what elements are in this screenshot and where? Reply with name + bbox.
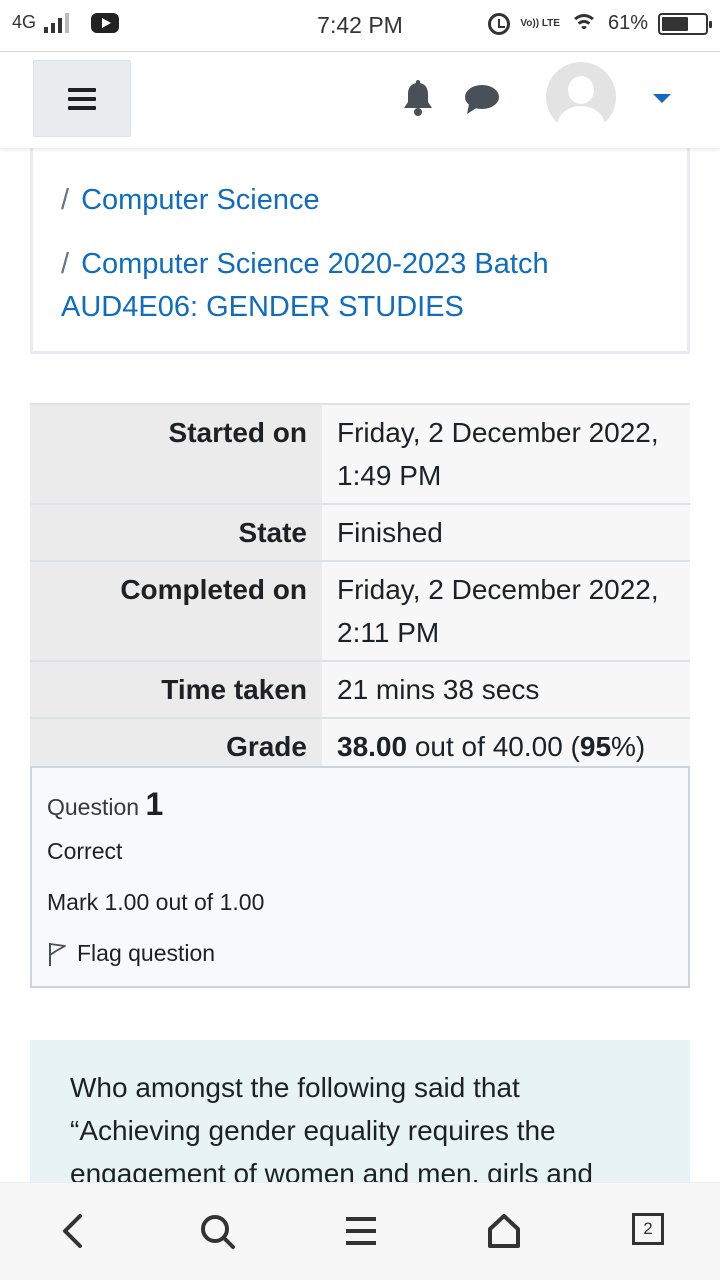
attempt-summary-table: Started on Friday, 2 December 2022, 1:49… bbox=[30, 403, 690, 774]
breadcrumb-item: AUD4E06: GENDER STUDIES bbox=[61, 286, 464, 329]
search-icon[interactable] bbox=[199, 1213, 237, 1251]
row-value: Friday, 2 December 2022, 2:11 PM bbox=[322, 560, 690, 661]
question-mark: Mark 1.00 out of 1.00 bbox=[47, 889, 265, 915]
breadcrumb-separator: / bbox=[61, 248, 70, 280]
breadcrumb-item: / Computer Science bbox=[61, 179, 320, 222]
row-label: Time taken bbox=[30, 660, 322, 718]
row-label: State bbox=[30, 503, 322, 561]
flag-question-link[interactable]: Flag question bbox=[47, 940, 215, 967]
row-value: Finished bbox=[322, 503, 690, 561]
grade-out-of: out of 40.00 ( bbox=[407, 731, 580, 762]
grade-score: 38.00 bbox=[337, 731, 408, 762]
breadcrumb-link-batch[interactable]: Computer Science 2020-2023 Batch bbox=[81, 248, 549, 280]
top-navbar bbox=[0, 52, 720, 148]
table-row: Completed on Friday, 2 December 2022, 2:… bbox=[30, 560, 690, 661]
breadcrumb: / Computer Science / Computer Science 2020… bbox=[30, 120, 690, 354]
flag-question-label: Flag question bbox=[77, 940, 216, 966]
flag-icon bbox=[49, 942, 66, 966]
question-label: Question bbox=[47, 794, 140, 820]
grade-percent: 95 bbox=[579, 731, 612, 762]
battery-icon bbox=[658, 12, 712, 35]
hamburger-icon bbox=[68, 87, 96, 110]
question-info: Question 1 Correct Mark 1.00 out of 1.00… bbox=[30, 766, 690, 988]
status-right: Vo)) LTE 61% bbox=[488, 12, 712, 35]
breadcrumb-link-course[interactable]: AUD4E06: GENDER STUDIES bbox=[61, 291, 464, 323]
question-state: Correct bbox=[47, 838, 123, 864]
browser-bottom-bar: 2 bbox=[0, 1182, 720, 1280]
question-number: Question 1 bbox=[47, 786, 163, 823]
breadcrumb-item: / Computer Science 2020-2023 Batch bbox=[61, 243, 549, 286]
home-icon[interactable] bbox=[486, 1213, 522, 1249]
table-row: Time taken 21 mins 38 secs bbox=[30, 660, 690, 718]
question-text: Who amongst the following said that “Ach… bbox=[30, 1040, 690, 1200]
alarm-icon bbox=[488, 12, 511, 35]
row-value: 21 mins 38 secs bbox=[322, 660, 690, 718]
wifi-icon bbox=[569, 13, 598, 34]
menu-icon[interactable] bbox=[344, 1213, 378, 1249]
user-avatar[interactable] bbox=[546, 62, 616, 132]
row-value: Friday, 2 December 2022, 1:49 PM bbox=[322, 403, 690, 504]
main-menu-button[interactable] bbox=[33, 60, 131, 137]
grade-suffix: %) bbox=[611, 731, 646, 762]
battery-percent: 61% bbox=[607, 12, 648, 34]
tabs-count-button[interactable]: 2 bbox=[632, 1213, 664, 1245]
breadcrumb-separator: / bbox=[61, 184, 70, 216]
chat-icon[interactable] bbox=[464, 82, 500, 116]
table-row: Started on Friday, 2 December 2022, 1:49… bbox=[30, 403, 690, 504]
breadcrumb-link-computer-science[interactable]: Computer Science bbox=[81, 184, 320, 216]
status-bar: 4G 7:42 PM Vo)) LTE 61% bbox=[0, 0, 720, 52]
volte-indicator: Vo)) LTE bbox=[520, 17, 560, 29]
question-number-value: 1 bbox=[145, 786, 164, 822]
table-row: State Finished bbox=[30, 503, 690, 561]
back-chevron-icon[interactable] bbox=[58, 1213, 86, 1249]
row-label: Completed on bbox=[30, 560, 322, 661]
caret-down-icon[interactable] bbox=[653, 94, 671, 103]
bell-icon[interactable] bbox=[401, 80, 435, 116]
row-label: Started on bbox=[30, 403, 322, 504]
